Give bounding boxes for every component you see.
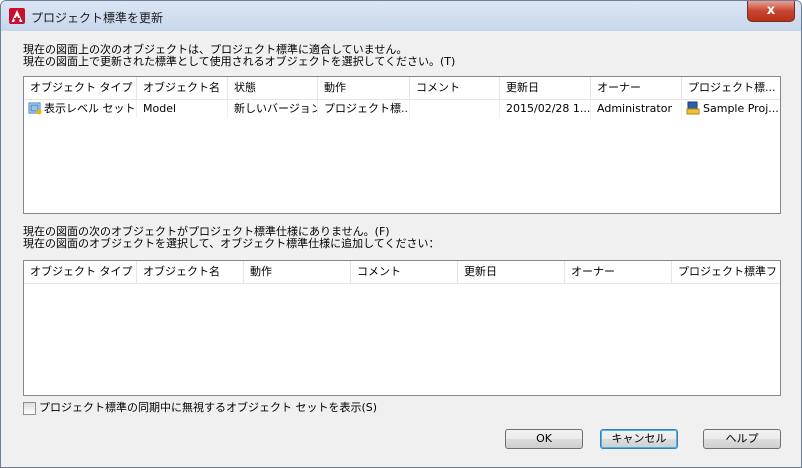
show-ignored-sets-label[interactable]: プロジェクト標準の同期中に無視するオブジェクト セットを表示(S) xyxy=(39,401,377,414)
row-owner: Administrator xyxy=(591,100,682,118)
grid2-col-comment[interactable]: コメント xyxy=(351,261,458,283)
grid2-col-project-file[interactable]: プロジェクト標準フ... xyxy=(672,261,778,283)
autocad-app-icon xyxy=(9,8,25,24)
ok-button[interactable]: OK xyxy=(505,429,583,449)
row-object-type: 表示レベル セット xyxy=(44,102,136,115)
row-object-type-cell: 表示レベル セット xyxy=(24,100,137,118)
row-project-cell: Sample Proj... xyxy=(682,100,778,118)
table-row[interactable]: 表示レベル セット Model 新しいバージョン プロジェクト標... 2015… xyxy=(24,100,780,118)
grid1-header: オブジェクト タイプ オブジェクト名 状態 動作 コメント 更新日 オーナー プ… xyxy=(24,77,780,100)
grid2-header: オブジェクト タイプ オブジェクト名 動作 コメント 更新日 オーナー プロジェ… xyxy=(24,261,780,284)
section2-instruction-line2: 現在の図面のオブジェクトを選択して、オブジェクト標準仕様に追加してください： xyxy=(23,237,440,250)
title-bar[interactable]: プロジェクト標準を更新 x xyxy=(1,1,801,31)
grid1-col-object-name[interactable]: オブジェクト名 xyxy=(137,77,228,99)
grid2-col-owner[interactable]: オーナー xyxy=(565,261,672,283)
show-ignored-sets-checkbox[interactable] xyxy=(23,402,36,415)
row-action[interactable]: プロジェクト標... xyxy=(318,100,410,118)
nonconforming-objects-grid[interactable]: オブジェクト タイプ オブジェクト名 状態 動作 コメント 更新日 オーナー プ… xyxy=(23,76,781,214)
grid1-col-object-type-label: オブジェクト タイプ xyxy=(30,81,133,94)
cancel-button[interactable]: キャンセル xyxy=(600,429,678,449)
grid1-col-state[interactable]: 状態 xyxy=(228,77,318,99)
grid2-col-updated[interactable]: 更新日 xyxy=(458,261,565,283)
grid2-col-action[interactable]: 動作 xyxy=(244,261,351,283)
grid1-col-updated[interactable]: 更新日 xyxy=(500,77,591,99)
grid1-col-comment[interactable]: コメント xyxy=(410,77,500,99)
project-icon xyxy=(686,101,700,115)
row-updated: 2015/02/28 1... xyxy=(500,100,591,118)
row-object-name: Model xyxy=(137,100,228,118)
window-title: プロジェクト標準を更新 xyxy=(31,11,164,25)
close-button[interactable]: x xyxy=(747,1,795,22)
grid1-col-action[interactable]: 動作 xyxy=(318,77,410,99)
grid1-col-object-type[interactable]: オブジェクト タイプ xyxy=(24,77,137,99)
row-state: 新しいバージョン xyxy=(228,100,318,118)
help-button[interactable]: ヘルプ xyxy=(703,429,781,449)
grid1-col-project[interactable]: プロジェクト標... xyxy=(682,77,778,99)
row-comment xyxy=(410,100,500,118)
close-icon: x xyxy=(766,3,776,18)
grid2-col-object-type-label: オブジェクト タイプ xyxy=(30,265,133,278)
display-set-icon xyxy=(28,102,42,115)
dialog-body: 現在の図面上の次のオブジェクトは、プロジェクト標準に適合していません。 現在の図… xyxy=(9,31,793,459)
dialog-window: プロジェクト標準を更新 x 現在の図面上の次のオブジェクトは、プロジェクト標準に… xyxy=(0,0,802,468)
grid1-col-owner[interactable]: オーナー xyxy=(591,77,682,99)
section1-instruction-line2: 現在の図面上で更新された標準として使用されるオブジェクトを選択してください。(T… xyxy=(23,55,456,68)
missing-objects-grid[interactable]: オブジェクト タイプ オブジェクト名 動作 コメント 更新日 オーナー プロジェ… xyxy=(23,260,781,396)
row-project: Sample Proj... xyxy=(703,102,778,115)
grid2-col-object-type[interactable]: オブジェクト タイプ xyxy=(24,261,137,283)
grid2-col-object-name[interactable]: オブジェクト名 xyxy=(137,261,244,283)
